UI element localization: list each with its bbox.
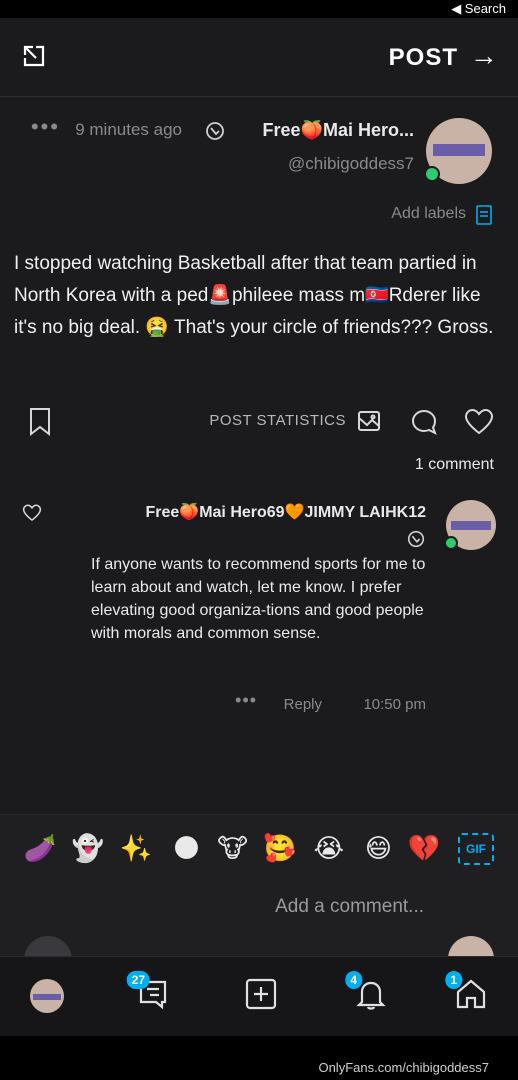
like-heart-icon[interactable] <box>464 408 494 436</box>
online-indicator <box>424 166 440 182</box>
emoji-eggplant[interactable]: 🍆 <box>24 833 56 863</box>
messages-badge: 27 <box>126 971 150 989</box>
comment-input[interactable]: Add a comment... <box>275 896 424 918</box>
comment-like-icon[interactable] <box>22 504 42 522</box>
comment-timestamp: 10:50 pm <box>363 696 426 713</box>
post-timestamp: 9 minutes ago <box>75 120 182 139</box>
emoji-picker-bar: GIF 💔 😅 😭 🥰 🐮 🌑 ✨ 👻 🍆 <box>0 814 518 885</box>
comment-input-area: Add a comment... <box>0 884 518 984</box>
emoji-loudly-crying[interactable]: 😭 <box>314 833 344 863</box>
post-username[interactable]: @chibigoddess7 <box>288 154 414 174</box>
bottom-tab-bar: 1 4 27 <box>0 956 518 1037</box>
emoji-sparkles[interactable]: ✨ <box>120 833 152 863</box>
comment-text: If anyone wants to recommend sports for … <box>91 556 426 642</box>
post-screen: ◀ Search ← POST Free🍑Mai Hero... 9 minut… <box>0 0 518 1080</box>
post-text: I stopped watching Basketball after that… <box>14 253 494 338</box>
tip-media-icon[interactable] <box>354 408 382 434</box>
emoji-broken-heart[interactable]: 💔 <box>408 833 440 863</box>
comment-count: 1 comment <box>414 456 494 473</box>
emoji-sweat-smile[interactable]: 😅 <box>365 833 392 863</box>
more-options-icon[interactable]: ••• <box>29 114 58 140</box>
post-statistics-button[interactable]: POST STATISTICS <box>209 412 346 429</box>
emoji-ghost[interactable]: 👻 <box>72 833 104 863</box>
page-title: POST <box>388 44 458 71</box>
page-header: ← POST <box>0 18 518 97</box>
back-arrow-icon[interactable]: ← <box>470 40 498 71</box>
footer-watermark-bar: OnlyFans.com/chibigoddess7 <box>0 1036 518 1080</box>
gif-button[interactable]: GIF <box>458 833 494 865</box>
status-bar: ◀ Search <box>0 0 518 18</box>
verified-badge-icon <box>407 530 425 548</box>
bookmark-icon[interactable] <box>28 407 52 437</box>
online-indicator <box>444 536 458 550</box>
add-labels-button[interactable]: Add labels <box>391 205 466 223</box>
share-icon[interactable] <box>20 42 48 70</box>
reply-button[interactable]: Reply <box>284 696 322 713</box>
emoji-new-moon[interactable]: 🌑 <box>173 833 200 863</box>
profile-tab-avatar[interactable] <box>30 979 64 1013</box>
comment-more-icon[interactable]: ••• <box>234 690 256 711</box>
watermark-url: OnlyFans.com/chibigoddess7 <box>318 1060 489 1075</box>
post-author-name[interactable]: Free🍑Mai Hero... <box>263 120 414 141</box>
label-icon[interactable] <box>474 204 494 226</box>
back-to-search-link[interactable]: ◀ Search <box>451 1 506 17</box>
notifications-badge: 4 <box>345 971 362 989</box>
home-badge: 1 <box>445 971 462 989</box>
add-post-icon[interactable] <box>244 977 278 1011</box>
emoji-cow-face[interactable]: 🐮 <box>217 833 248 863</box>
emoji-smiling-hearts[interactable]: 🥰 <box>264 833 296 863</box>
verified-badge-icon <box>206 122 224 140</box>
comment-author-name[interactable]: Free🍑Mai Hero69🧡JIMMY LAIHK12 <box>145 502 426 522</box>
comment-bubble-icon[interactable] <box>410 408 438 436</box>
